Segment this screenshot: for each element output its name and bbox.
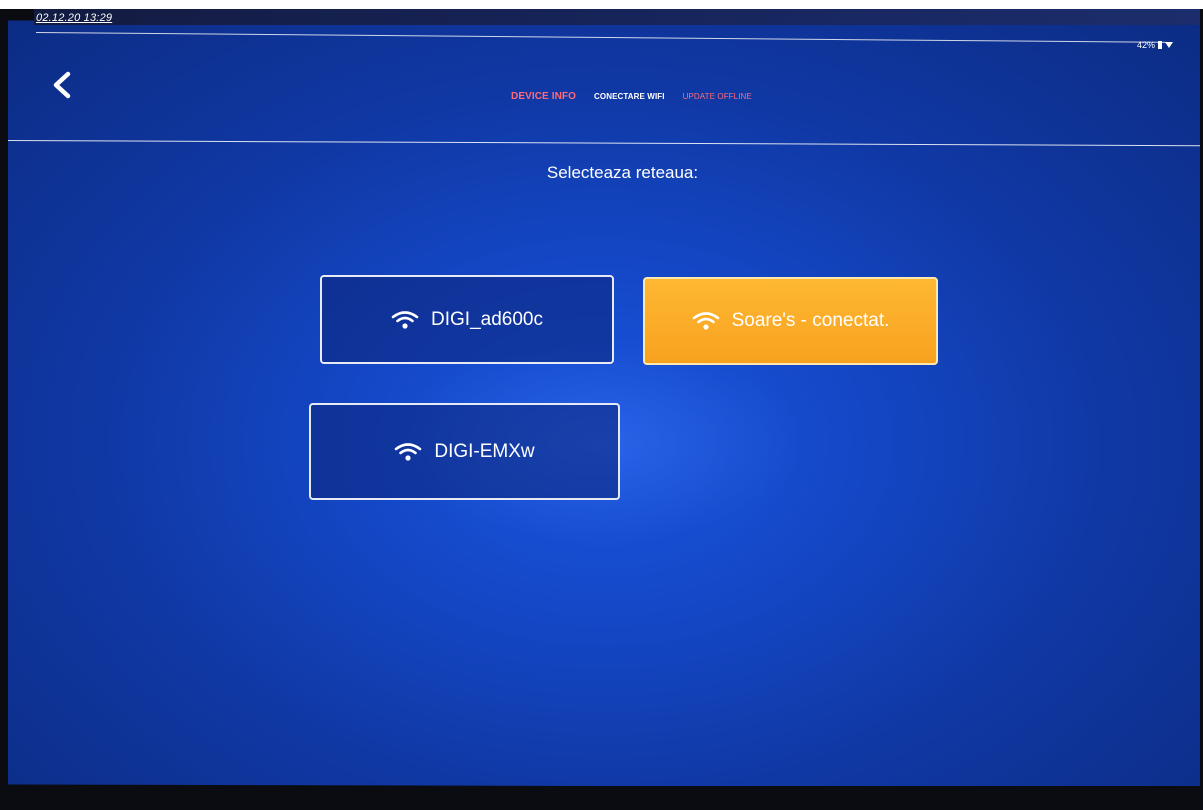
wifi-status-icon — [1165, 42, 1173, 48]
network-button-digi-ad600c[interactable]: DIGI_ad600c — [320, 275, 614, 364]
chevron-left-icon — [53, 71, 71, 99]
network-label: Soare's - conectat. — [731, 310, 890, 331]
wifi-icon — [692, 312, 719, 330]
back-button[interactable] — [48, 70, 78, 100]
tab-conectare-wifi[interactable]: CONECTARE WIFI — [594, 92, 665, 101]
tab-device-info[interactable]: DEVICE INFO — [511, 91, 576, 102]
status-datetime: 02.12.20 13:29 — [36, 12, 113, 24]
tab-update-offline[interactable]: UPDATE OFFLINE — [683, 92, 752, 101]
status-bar — [34, 9, 1200, 25]
network-label: DIGI-EMXw — [434, 440, 535, 462]
wifi-icon — [391, 310, 419, 329]
top-margin — [0, 0, 1203, 9]
status-indicators: 42% — [1137, 40, 1173, 50]
network-button-soares-connected[interactable]: Soare's - conectat. — [643, 277, 938, 365]
wifi-icon — [395, 442, 422, 461]
battery-icon — [1158, 41, 1162, 49]
page-title: Selecteaza reteaua: — [546, 163, 699, 182]
network-button-digi-emxw[interactable]: DIGI-EMXw — [309, 403, 620, 500]
bottom-bezel — [0, 786, 1203, 810]
network-label: DIGI_ad600c — [431, 308, 543, 330]
battery-percent: 42% — [1136, 40, 1155, 50]
nav-tabs: DEVICE INFO CONECTARE WIFI UPDATE OFFLIN… — [511, 91, 752, 102]
